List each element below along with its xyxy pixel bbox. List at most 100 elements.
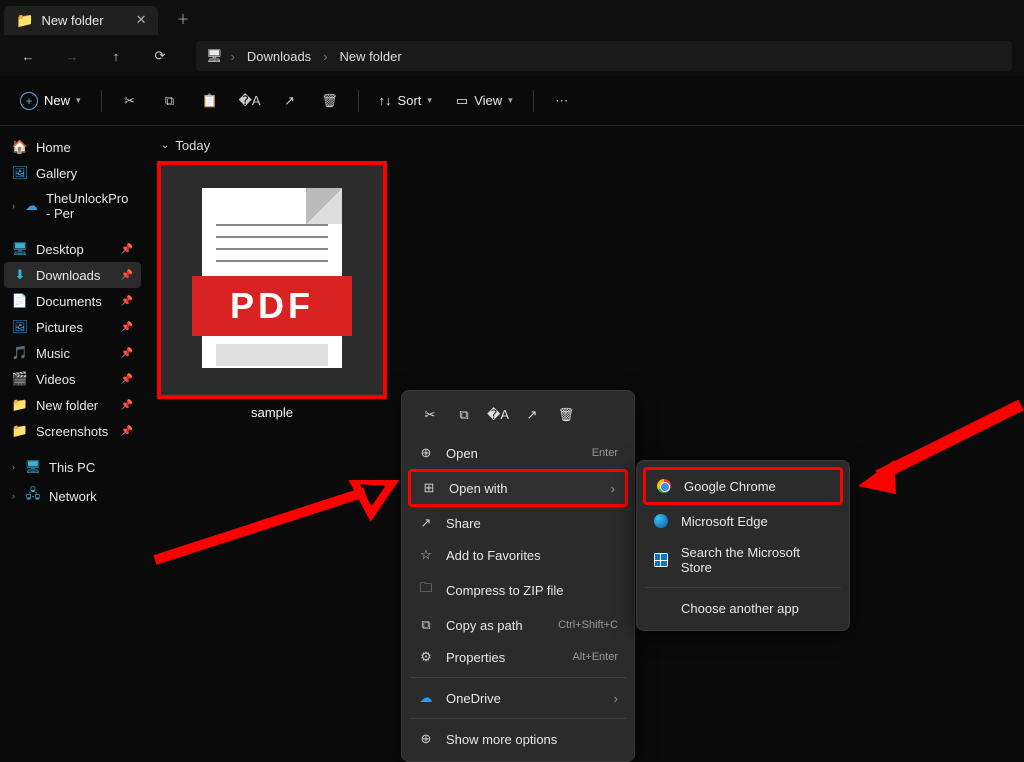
chevron-right-icon: ›	[611, 481, 615, 496]
up-button[interactable]: ↑	[100, 40, 132, 72]
group-label: Today	[175, 138, 210, 153]
sidebar-item-downloads[interactable]: ⬇Downloads📌	[4, 262, 141, 288]
new-label: New	[44, 93, 70, 108]
sidebar-item-theunlockpro---per[interactable]: ›☁TheUnlockPro - Per	[4, 186, 141, 226]
chevron-down-icon: ▾	[508, 95, 513, 106]
sub-label: Search the Microsoft Store	[681, 545, 833, 575]
separator	[645, 587, 841, 588]
delete-icon[interactable]: 🗑	[312, 83, 348, 119]
close-icon[interactable]: ✕	[136, 12, 147, 28]
more-icon: ⊕	[418, 731, 434, 747]
nav-icon: 🖼	[12, 319, 28, 335]
sidebar-label: Home	[36, 140, 71, 155]
monitor-icon: 🖥	[206, 48, 223, 64]
separator	[410, 677, 626, 678]
refresh-button[interactable]: ⟳	[144, 40, 176, 72]
context-more-options[interactable]: ⊕ Show more options	[408, 723, 628, 755]
nav-icon: 🎵	[12, 345, 28, 361]
sidebar-item-this-pc[interactable]: ›🖥This PC	[4, 454, 141, 480]
sidebar-label: New folder	[36, 398, 98, 413]
context-open[interactable]: ⊕OpenEnter	[408, 437, 628, 469]
shortcut: Enter	[592, 447, 618, 459]
sidebar-item-network[interactable]: ›🖧Network	[4, 480, 141, 512]
sidebar-item-pictures[interactable]: 🖼Pictures📌	[4, 314, 141, 340]
paste-icon[interactable]: 📋	[192, 83, 228, 119]
breadcrumb-newfolder[interactable]: New folder	[336, 47, 406, 66]
separator	[358, 90, 359, 112]
nav-icon: 📄	[12, 293, 28, 309]
ctx-label: Share	[446, 516, 481, 531]
submenu-choose-app[interactable]: Choose another app	[643, 592, 843, 624]
view-icon: ▭	[456, 93, 468, 109]
forward-button[interactable]: →	[56, 40, 88, 72]
context-compress-to-zip-file[interactable]: 🗀 Compress to ZIP file	[408, 571, 628, 609]
new-tab-button[interactable]: ＋	[170, 3, 195, 34]
ctx-icon: ↗	[418, 515, 434, 531]
breadcrumb-downloads[interactable]: Downloads	[243, 47, 315, 66]
folder-icon: 📁	[16, 12, 33, 29]
context-onedrive[interactable]: ☁ OneDrive ›	[408, 682, 628, 714]
sidebar-item-documents[interactable]: 📄Documents📌	[4, 288, 141, 314]
ctx-icon: ⊕	[418, 445, 434, 461]
submenu-search-the-microsoft-store[interactable]: Search the Microsoft Store	[643, 537, 843, 583]
chevron-right-icon: ›	[231, 49, 235, 64]
annotation-arrow	[856, 400, 1024, 495]
copy-icon[interactable]: ⧉	[448, 401, 480, 429]
delete-icon[interactable]: 🗑	[550, 401, 582, 429]
sidebar-item-screenshots[interactable]: 📁Screenshots📌	[4, 418, 141, 444]
sidebar-item-new-folder[interactable]: 📁New folder📌	[4, 392, 141, 418]
ctx-icon: 🗀	[418, 579, 434, 601]
sidebar-item-music[interactable]: 🎵Music📌	[4, 340, 141, 366]
chevron-down-icon: ▾	[427, 95, 432, 106]
sidebar-label: Gallery	[36, 166, 77, 181]
context-quick-actions: ✂ ⧉ �A ↗ 🗑	[408, 397, 628, 437]
more-icon[interactable]: ⋯	[544, 83, 580, 119]
ctx-icon: ⚙	[418, 649, 434, 665]
rename-icon[interactable]: �A	[232, 83, 268, 119]
pin-icon: 📌	[121, 400, 133, 411]
chevron-right-icon: ›	[12, 201, 15, 211]
nav-icon: 🖥	[12, 241, 28, 257]
sort-label: Sort	[398, 93, 422, 108]
ctx-label: Compress to ZIP file	[446, 583, 564, 598]
context-add-to-favorites[interactable]: ☆Add to Favorites	[408, 539, 628, 571]
copy-icon[interactable]: ⧉	[152, 83, 188, 119]
cut-icon[interactable]: ✂	[414, 401, 446, 429]
sub-label: Microsoft Edge	[681, 514, 768, 529]
breadcrumb[interactable]: 🖥 › Downloads › New folder	[196, 41, 1012, 71]
pin-icon: 📌	[121, 270, 133, 281]
cut-icon[interactable]: ✂	[112, 83, 148, 119]
sub-label: Choose another app	[681, 601, 799, 616]
share-icon[interactable]: ↗	[272, 83, 308, 119]
back-button[interactable]: ←	[12, 40, 44, 72]
file-name: sample	[157, 399, 387, 426]
new-button[interactable]: + New ▾	[10, 86, 91, 116]
pin-icon: 📌	[121, 348, 133, 359]
context-share[interactable]: ↗ Share	[408, 507, 628, 539]
share-icon[interactable]: ↗	[516, 401, 548, 429]
view-button[interactable]: ▭ View ▾	[446, 87, 523, 115]
sidebar-item-videos[interactable]: 🎬Videos📌	[4, 366, 141, 392]
nav-icon: ☁	[25, 198, 38, 214]
sidebar-label: Desktop	[36, 242, 84, 257]
nav-icon: ⬇	[12, 267, 28, 283]
sidebar-item-home[interactable]: 🏠Home	[4, 134, 141, 160]
context-copy-as-path[interactable]: ⧉Copy as pathCtrl+Shift+C	[408, 609, 628, 641]
file-thumbnail: PDF	[157, 161, 387, 399]
nav-icon: 🖥	[25, 459, 41, 475]
annotation-arrow	[145, 480, 405, 570]
chrome-icon	[657, 479, 671, 493]
navigation-bar: ← → ↑ ⟳ 🖥 › Downloads › New folder	[0, 36, 1024, 76]
sidebar-item-gallery[interactable]: 🖼Gallery	[4, 160, 141, 186]
chevron-right-icon: ›	[12, 462, 15, 472]
group-today[interactable]: ⌄ Today	[161, 138, 1012, 153]
rename-icon[interactable]: �A	[482, 401, 514, 429]
context-properties[interactable]: ⚙PropertiesAlt+Enter	[408, 641, 628, 673]
tab-new-folder[interactable]: 📁 New folder ✕	[4, 6, 158, 35]
submenu-google-chrome[interactable]: Google Chrome	[643, 467, 843, 505]
submenu-microsoft-edge[interactable]: Microsoft Edge	[643, 505, 843, 537]
sidebar-item-desktop[interactable]: 🖥Desktop📌	[4, 236, 141, 262]
file-tile-sample[interactable]: PDF sample	[157, 161, 387, 426]
sort-button[interactable]: ↑↓ Sort ▾	[369, 87, 442, 114]
context-open-with[interactable]: ⊞Open with›	[408, 469, 628, 507]
